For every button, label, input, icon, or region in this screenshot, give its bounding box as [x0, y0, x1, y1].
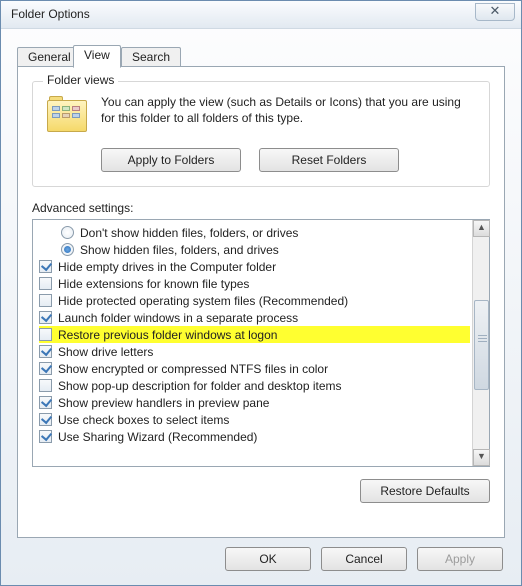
list-item[interactable]: Hide protected operating system files (R… [39, 292, 470, 309]
list-item-label: Hide protected operating system files (R… [58, 294, 348, 308]
scroll-up-button[interactable]: ▲ [473, 220, 490, 237]
tabstrip: General View Search [17, 45, 505, 67]
list-item[interactable]: Show pop-up description for folder and d… [39, 377, 470, 394]
checkbox-icon[interactable] [39, 413, 52, 426]
list-item-label: Use check boxes to select items [58, 413, 229, 427]
reset-folders-button[interactable]: Reset Folders [259, 148, 399, 172]
checkbox-icon[interactable] [39, 362, 52, 375]
checkbox-icon[interactable] [39, 328, 52, 341]
radio-icon[interactable] [61, 243, 74, 256]
restore-defaults-button[interactable]: Restore Defaults [360, 479, 490, 503]
checkbox-icon[interactable] [39, 311, 52, 324]
list-item-label: Show drive letters [58, 345, 153, 359]
radio-icon[interactable] [61, 226, 74, 239]
list-item[interactable]: Launch folder windows in a separate proc… [39, 309, 470, 326]
list-item[interactable]: Hide extensions for known file types [39, 275, 470, 292]
list-item[interactable]: Show hidden files, folders, and drives [39, 241, 470, 258]
ok-button[interactable]: OK [225, 547, 311, 571]
list-item-label: Show preview handlers in preview pane [58, 396, 269, 410]
list-item[interactable]: Show preview handlers in preview pane [39, 394, 470, 411]
advanced-settings-list: Don't show hidden files, folders, or dri… [32, 219, 490, 467]
tab-search[interactable]: Search [121, 47, 181, 67]
list-item-label: Show pop-up description for folder and d… [58, 379, 342, 393]
apply-to-folders-button[interactable]: Apply to Folders [101, 148, 241, 172]
scrollbar[interactable]: ▲ ▼ [472, 220, 489, 466]
list-item[interactable]: Restore previous folder windows at logon [39, 326, 470, 343]
titlebar[interactable]: Folder Options ✕ [1, 1, 521, 29]
list-item-label: Hide extensions for known file types [58, 277, 249, 291]
folder-views-title: Folder views [43, 73, 118, 87]
content-area: General View Search Folder views You can… [1, 29, 521, 552]
apply-button[interactable]: Apply [417, 547, 503, 571]
list-item-label: Don't show hidden files, folders, or dri… [80, 226, 298, 240]
list-item-label: Show hidden files, folders, and drives [80, 243, 279, 257]
folder-views-group: Folder views You can apply the view (suc… [32, 81, 490, 187]
checkbox-icon[interactable] [39, 260, 52, 273]
list-item-label: Restore previous folder windows at logon [58, 328, 277, 342]
window-title: Folder Options [11, 7, 90, 21]
scroll-down-button[interactable]: ▼ [473, 449, 490, 466]
list-item[interactable]: Show drive letters [39, 343, 470, 360]
tab-panel-view: Folder views You can apply the view (suc… [17, 66, 505, 538]
tab-view[interactable]: View [73, 45, 121, 68]
folder-options-dialog: Folder Options ✕ General View Search Fol… [0, 0, 522, 586]
cancel-button[interactable]: Cancel [321, 547, 407, 571]
checkbox-icon[interactable] [39, 294, 52, 307]
list-item-label: Use Sharing Wizard (Recommended) [58, 430, 257, 444]
list-item[interactable]: Show encrypted or compressed NTFS files … [39, 360, 470, 377]
checkbox-icon[interactable] [39, 430, 52, 443]
scroll-thumb[interactable] [474, 300, 489, 390]
list-body[interactable]: Don't show hidden files, folders, or dri… [33, 220, 472, 466]
checkbox-icon[interactable] [39, 379, 52, 392]
close-button[interactable]: ✕ [475, 3, 515, 21]
list-item[interactable]: Hide empty drives in the Computer folder [39, 258, 470, 275]
tab-general[interactable]: General [17, 47, 82, 67]
list-item[interactable]: Don't show hidden files, folders, or dri… [39, 224, 470, 241]
list-item-label: Launch folder windows in a separate proc… [58, 311, 298, 325]
list-item-label: Show encrypted or compressed NTFS files … [58, 362, 328, 376]
list-item[interactable]: Use check boxes to select items [39, 411, 470, 428]
folder-views-icon [45, 96, 89, 136]
checkbox-icon[interactable] [39, 277, 52, 290]
advanced-settings-label: Advanced settings: [32, 201, 490, 215]
checkbox-icon[interactable] [39, 396, 52, 409]
checkbox-icon[interactable] [39, 345, 52, 358]
folder-views-description: You can apply the view (such as Details … [101, 94, 477, 126]
list-item-label: Hide empty drives in the Computer folder [58, 260, 276, 274]
list-item[interactable]: Use Sharing Wizard (Recommended) [39, 428, 470, 445]
dialog-buttons: OK Cancel Apply [225, 547, 503, 571]
close-icon: ✕ [490, 3, 501, 18]
